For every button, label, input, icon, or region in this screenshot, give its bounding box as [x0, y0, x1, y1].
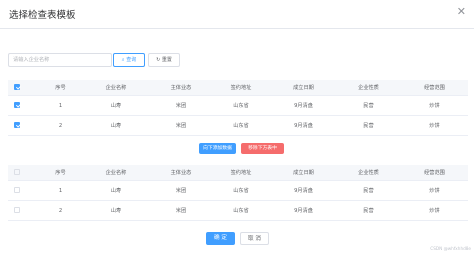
column-header: 企业名称: [81, 165, 151, 181]
table-row[interactable]: 2 山寿 米团 山东省 9月清盘 民营 炒饼: [8, 200, 468, 221]
table-cell: 2: [40, 200, 81, 221]
table-cell: 炒饼: [401, 180, 468, 201]
table-cell: 山东省: [211, 200, 271, 221]
table-cell: 民营: [336, 180, 401, 201]
row-checkbox[interactable]: [14, 102, 20, 109]
search-input[interactable]: 请输入企业名称: [8, 53, 112, 67]
remove-button[interactable]: 移除下方表中: [241, 143, 284, 154]
table-cell: 山东省: [211, 115, 271, 136]
table-cell: 山寿: [81, 200, 151, 221]
column-header: 企业名称: [81, 80, 151, 96]
add-down-button[interactable]: 向下添加数据: [199, 143, 236, 154]
table-cell: 炒饼: [401, 115, 468, 136]
table-cell: 2: [40, 115, 81, 136]
table-cell: 9月清盘: [271, 200, 336, 221]
row-checkbox[interactable]: [14, 122, 20, 129]
column-header: 成立日期: [271, 80, 336, 96]
search-button[interactable]: ⌕ 查询: [113, 53, 145, 67]
table-cell: 山寿: [81, 95, 151, 116]
select-all-checkbox[interactable]: [14, 84, 20, 91]
row-checkbox[interactable]: [14, 207, 20, 214]
select-all-checkbox[interactable]: [14, 169, 20, 176]
table-cell: 民营: [336, 200, 401, 221]
search-icon: ⌕: [121, 57, 125, 63]
table-cell: 9月清盘: [271, 115, 336, 136]
table-cell: 山东省: [211, 95, 271, 116]
column-header: 签约地址: [211, 165, 271, 181]
column-header: 签约地址: [211, 80, 271, 96]
column-header: 序号: [40, 165, 81, 181]
table-cell: 米团: [151, 95, 211, 116]
dialog-title: 选择检查表模板: [9, 10, 76, 21]
reset-button-label: 重置: [161, 57, 172, 63]
table-cell: 9月清盘: [271, 180, 336, 201]
column-header: 成立日期: [271, 165, 336, 181]
close-icon[interactable]: ✕: [457, 6, 466, 17]
reset-button[interactable]: ↻ 重置: [148, 53, 180, 67]
watermark: CSDN @whfxhhd8e: [430, 246, 471, 251]
table-cell: 山东省: [211, 180, 271, 201]
column-header: 企业性质: [336, 165, 401, 181]
row-checkbox[interactable]: [14, 187, 20, 194]
confirm-button[interactable]: 确 定: [206, 232, 235, 245]
table-cell: 民营: [336, 95, 401, 116]
column-header: 经营范围: [401, 165, 468, 181]
column-header: 企业性质: [336, 80, 401, 96]
cancel-button[interactable]: 取 消: [240, 232, 269, 245]
table-row[interactable]: 1 山寿 米团 山东省 9月清盘 民营 炒饼: [8, 95, 468, 116]
top-table: 序号 企业名称 主体业态 签约地址 成立日期 企业性质 经营范围 1 山寿 米团…: [8, 80, 468, 136]
table-cell: 9月清盘: [271, 95, 336, 116]
table-cell: 米团: [151, 115, 211, 136]
table-header: 序号 企业名称 主体业态 签约地址 成立日期 企业性质 经营范围: [8, 165, 468, 181]
table-cell: 山寿: [81, 180, 151, 201]
title-divider: [0, 28, 474, 29]
table-cell: 民营: [336, 115, 401, 136]
column-header: 主体业态: [151, 80, 211, 96]
table-cell: 炒饼: [401, 95, 468, 116]
table-cell: 山寿: [81, 115, 151, 136]
table-header: 序号 企业名称 主体业态 签约地址 成立日期 企业性质 经营范围: [8, 80, 468, 96]
bottom-table: 序号 企业名称 主体业态 签约地址 成立日期 企业性质 经营范围 1 山寿 米团…: [8, 165, 468, 221]
table-cell: 1: [40, 180, 81, 201]
table-cell: 炒饼: [401, 200, 468, 221]
table-cell: 米团: [151, 200, 211, 221]
search-button-label: 查询: [126, 57, 137, 63]
table-row[interactable]: 2 山寿 米团 山东省 9月清盘 民营 炒饼: [8, 115, 468, 136]
table-cell: 1: [40, 95, 81, 116]
column-header: 序号: [40, 80, 81, 96]
column-header: 经营范围: [401, 80, 468, 96]
table-row[interactable]: 1 山寿 米团 山东省 9月清盘 民营 炒饼: [8, 180, 468, 201]
refresh-icon: ↻: [156, 57, 161, 63]
column-header: 主体业态: [151, 165, 211, 181]
table-cell: 米团: [151, 180, 211, 201]
